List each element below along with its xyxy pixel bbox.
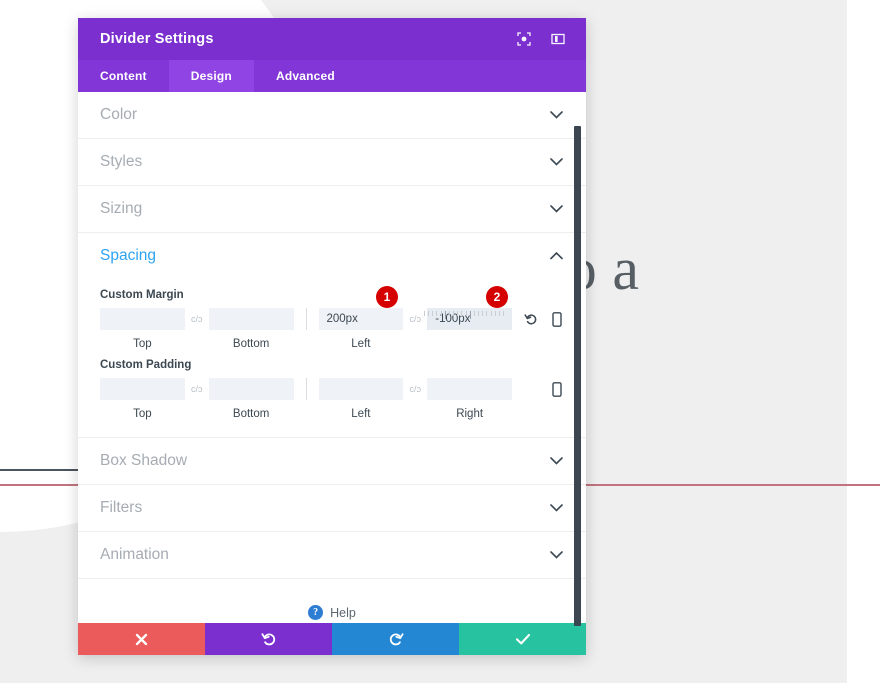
undo-icon bbox=[261, 633, 275, 646]
mobile-icon[interactable] bbox=[550, 381, 564, 397]
tab-content[interactable]: Content bbox=[78, 60, 169, 92]
section-color-header[interactable]: Color bbox=[100, 92, 564, 138]
section-spacing-title: Spacing bbox=[100, 247, 157, 264]
question-mark-icon: ? bbox=[308, 605, 324, 620]
section-color: Color bbox=[78, 92, 586, 139]
margin-top-bottom-pair: Top c/ɔ Bottom bbox=[100, 308, 294, 351]
margin-top-input[interactable] bbox=[100, 308, 185, 330]
padding-top-sublabel: Top bbox=[133, 408, 152, 420]
padding-right-input[interactable] bbox=[427, 378, 512, 400]
padding-left-input[interactable] bbox=[318, 378, 404, 400]
help-label: Help bbox=[330, 605, 356, 620]
custom-padding-label: Custom Padding bbox=[100, 359, 192, 371]
mobile-icon[interactable] bbox=[550, 311, 564, 327]
padding-right-field-wrap: Right bbox=[427, 378, 512, 421]
help-link[interactable]: ? Help bbox=[78, 579, 586, 620]
section-box-shadow-title: Box Shadow bbox=[100, 452, 188, 469]
chevron-down-icon bbox=[548, 547, 564, 563]
margin-left-sublabel: Left bbox=[351, 338, 371, 350]
modal-scrollbar[interactable] bbox=[574, 126, 581, 626]
section-animation-header[interactable]: Animation bbox=[100, 532, 564, 578]
margin-bottom-sublabel: Bottom bbox=[232, 338, 270, 350]
section-animation-title: Animation bbox=[100, 546, 169, 563]
redo-icon bbox=[389, 633, 403, 646]
modal-footer bbox=[78, 623, 586, 655]
chevron-up-icon bbox=[548, 248, 564, 264]
chevron-down-icon bbox=[548, 154, 564, 170]
section-sizing: Sizing bbox=[78, 186, 586, 233]
padding-left-field-wrap: Left bbox=[318, 378, 404, 421]
modal-header-icons bbox=[514, 29, 568, 49]
section-box-shadow: Box Shadow bbox=[78, 438, 586, 485]
chevron-down-icon bbox=[548, 107, 564, 123]
modal-tab-bar: Content Design Advanced bbox=[78, 60, 586, 92]
padding-bottom-sublabel: Bottom bbox=[232, 408, 270, 420]
padding-row-tools bbox=[512, 378, 564, 400]
cancel-button[interactable] bbox=[78, 623, 205, 655]
undo-button[interactable] bbox=[205, 623, 332, 655]
section-sizing-header[interactable]: Sizing bbox=[100, 186, 564, 232]
link-margin-top-bottom-icon[interactable]: c/ɔ bbox=[185, 308, 209, 330]
margin-bottom-field-wrap: Bottom bbox=[208, 308, 294, 351]
section-color-title: Color bbox=[100, 106, 138, 123]
padding-top-bottom-pair: Top c/ɔ Bottom bbox=[100, 378, 294, 421]
section-sizing-title: Sizing bbox=[100, 200, 143, 217]
custom-padding-row: Top c/ɔ Bottom Left c/ɔ Right bbox=[100, 378, 564, 421]
padding-bottom-input[interactable] bbox=[208, 378, 294, 400]
padding-right-sublabel: Right bbox=[456, 408, 484, 420]
modal-body: Color Styles Sizing Spacing Custom Margi… bbox=[78, 92, 586, 623]
margin-bottom-input[interactable] bbox=[208, 308, 294, 330]
chevron-down-icon bbox=[548, 453, 564, 469]
link-padding-top-bottom-icon[interactable]: c/ɔ bbox=[185, 378, 209, 400]
modal-header: Divider Settings bbox=[78, 18, 586, 60]
padding-bottom-field-wrap: Bottom bbox=[208, 378, 294, 421]
padding-left-sublabel: Left bbox=[351, 408, 371, 420]
margin-row-tools bbox=[512, 308, 564, 330]
section-styles: Styles bbox=[78, 139, 586, 186]
save-button[interactable] bbox=[459, 623, 586, 655]
section-animation: Animation bbox=[78, 532, 586, 579]
section-filters-header[interactable]: Filters bbox=[100, 485, 564, 531]
margin-row-separator bbox=[305, 308, 307, 330]
margin-left-field-wrap: Left bbox=[318, 308, 404, 351]
padding-left-right-pair: Left c/ɔ Right bbox=[318, 378, 512, 421]
tab-design[interactable]: Design bbox=[168, 60, 254, 92]
margin-right-ruler bbox=[424, 311, 504, 319]
padding-row-separator bbox=[305, 378, 307, 400]
focus-target-icon[interactable] bbox=[514, 29, 534, 49]
section-styles-title: Styles bbox=[100, 153, 143, 170]
margin-left-input[interactable] bbox=[318, 308, 404, 330]
checkmark-icon bbox=[515, 633, 530, 645]
section-spacing: Spacing Custom Margin Top c/ɔ Bottom 200… bbox=[78, 233, 586, 438]
undo-icon[interactable] bbox=[524, 311, 538, 327]
section-filters-title: Filters bbox=[100, 499, 143, 516]
section-filters: Filters bbox=[78, 485, 586, 532]
modal-title: Divider Settings bbox=[100, 31, 214, 47]
tab-advanced[interactable]: Advanced bbox=[254, 60, 357, 92]
link-padding-left-right-icon[interactable]: c/ɔ bbox=[403, 378, 427, 400]
margin-top-field-wrap: Top bbox=[100, 308, 185, 351]
annotation-badge-1: 1 bbox=[376, 286, 398, 308]
divider-settings-modal: Divider Settings Content Design Advanced bbox=[78, 18, 586, 655]
layout-panel-icon[interactable] bbox=[548, 29, 568, 49]
margin-top-sublabel: Top bbox=[133, 338, 152, 350]
section-styles-header[interactable]: Styles bbox=[100, 139, 564, 185]
redo-button[interactable] bbox=[332, 623, 459, 655]
chevron-down-icon bbox=[548, 500, 564, 516]
section-spacing-header[interactable]: Spacing bbox=[100, 233, 564, 279]
annotation-badge-2: 2 bbox=[486, 286, 508, 308]
padding-top-input[interactable] bbox=[100, 378, 185, 400]
padding-top-field-wrap: Top bbox=[100, 378, 185, 421]
chevron-down-icon bbox=[548, 201, 564, 217]
close-x-icon bbox=[135, 633, 148, 645]
section-box-shadow-header[interactable]: Box Shadow bbox=[100, 438, 564, 484]
